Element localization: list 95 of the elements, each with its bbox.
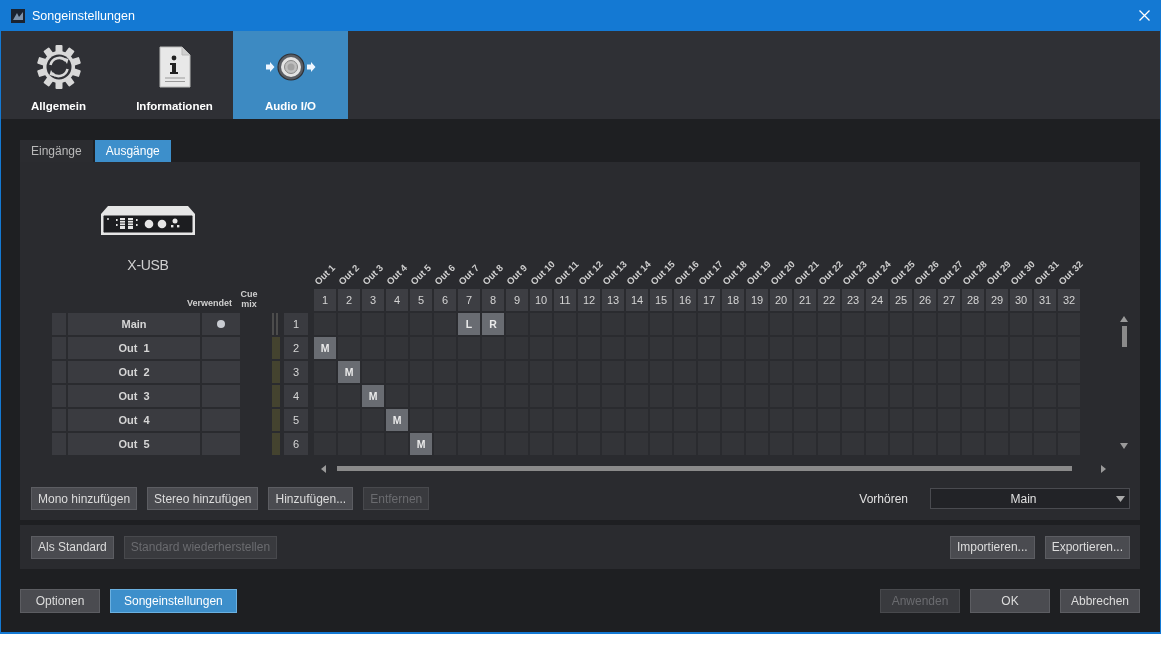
- row-number: 6: [284, 433, 308, 455]
- column-number: 25: [890, 289, 912, 311]
- column-number: 28: [962, 289, 984, 311]
- matrix-cell[interactable]: R: [482, 313, 504, 335]
- used-cell[interactable]: [202, 313, 240, 335]
- column-number: 7: [458, 289, 480, 311]
- speaker-arrows-icon: [264, 52, 317, 82]
- io-tab[interactable]: Eingänge: [20, 140, 93, 162]
- channel-name[interactable]: Out 2: [68, 361, 200, 383]
- row-number: 1: [284, 313, 308, 335]
- column-number: 23: [842, 289, 864, 311]
- preview-label: Vorhören: [859, 491, 908, 506]
- scroll-thumb[interactable]: [1121, 326, 1127, 347]
- column-number: 5: [410, 289, 432, 311]
- column-number: 29: [986, 289, 1008, 311]
- app-icon: [11, 8, 25, 23]
- scroll-right-icon[interactable]: [1100, 463, 1107, 474]
- column-label: Out 8: [480, 262, 506, 287]
- matrix-cell[interactable]: M: [338, 361, 360, 383]
- column-number: 2: [338, 289, 360, 311]
- column-number: 19: [746, 289, 768, 311]
- column-number: 11: [554, 289, 576, 311]
- column-label: Out 5: [408, 262, 434, 287]
- column-number: 1: [314, 289, 336, 311]
- channel-name[interactable]: Out 5: [68, 433, 200, 455]
- column-number: 8: [482, 289, 504, 311]
- footer-button[interactable]: Abbrechen: [1060, 589, 1140, 613]
- column-number: 18: [722, 289, 744, 311]
- column-header: Verwendet: [185, 298, 232, 310]
- column-label: Out 2: [336, 262, 362, 287]
- preview-dropdown[interactable]: Main: [930, 488, 1130, 509]
- channel-name[interactable]: Main: [68, 313, 200, 335]
- column-number: 10: [530, 289, 552, 311]
- channel-name[interactable]: Out 1: [68, 337, 200, 359]
- channel-name[interactable]: Out 4: [68, 409, 200, 431]
- column-number: 22: [818, 289, 840, 311]
- column-number: 4: [386, 289, 408, 311]
- scroll-up-icon[interactable]: [1119, 315, 1129, 323]
- column-number: 24: [866, 289, 888, 311]
- matrix-cell[interactable]: L: [458, 313, 480, 335]
- column-number: 6: [434, 289, 456, 311]
- matrix-cell[interactable]: M: [362, 385, 384, 407]
- column-number: 12: [578, 289, 600, 311]
- matrix-cell[interactable]: M: [386, 409, 408, 431]
- column-number: 16: [674, 289, 696, 311]
- io-tab[interactable]: Ausgänge: [94, 140, 171, 162]
- footer-button[interactable]: Songeinstellungen: [110, 589, 237, 613]
- preset-button[interactable]: Exportieren...: [1044, 535, 1130, 559]
- column-number: 31: [1034, 289, 1056, 311]
- column-label: Out 1: [312, 262, 338, 287]
- row-number: 2: [284, 337, 308, 359]
- column-number: 9: [506, 289, 528, 311]
- gear-icon: [35, 44, 82, 90]
- row-number: 4: [284, 385, 308, 407]
- column-number: 30: [1010, 289, 1032, 311]
- caret-icon: [1116, 495, 1125, 502]
- column-number: 15: [650, 289, 672, 311]
- column-label: Out 3: [360, 262, 386, 287]
- device-name: X-USB: [127, 257, 169, 273]
- matrix-cell[interactable]: M: [314, 337, 336, 359]
- column-label: Out 9: [504, 262, 530, 287]
- column-number: 20: [770, 289, 792, 311]
- footer-button[interactable]: OK: [970, 589, 1050, 613]
- category-tab[interactable]: Informationen: [117, 31, 232, 119]
- action-button[interactable]: Hinzufügen...: [268, 487, 354, 510]
- row-number: 3: [284, 361, 308, 383]
- scroll-thumb[interactable]: [337, 466, 1072, 471]
- column-label: Out 7: [456, 262, 482, 287]
- preset-button[interactable]: Als Standard: [31, 535, 114, 559]
- column-number: 21: [794, 289, 816, 311]
- close-icon[interactable]: [1139, 10, 1150, 21]
- column-number: 3: [362, 289, 384, 311]
- column-label: Out 4: [384, 262, 410, 287]
- document-info-icon: [157, 46, 192, 88]
- column-number: 17: [698, 289, 720, 311]
- column-number: 14: [626, 289, 648, 311]
- scroll-down-icon[interactable]: [1119, 442, 1129, 450]
- column-header: Cue mix: [239, 289, 259, 311]
- column-number: 13: [602, 289, 624, 311]
- window-title: Songeinstellungen: [32, 8, 136, 23]
- scroll-left-icon[interactable]: [320, 463, 327, 474]
- column-number: 26: [914, 289, 936, 311]
- channel-name[interactable]: Out 3: [68, 385, 200, 407]
- category-tab[interactable]: Audio I/O: [233, 31, 348, 119]
- preset-button[interactable]: Importieren...: [949, 535, 1035, 559]
- matrix-cell[interactable]: M: [410, 433, 432, 455]
- column-number: 27: [938, 289, 960, 311]
- footer-button[interactable]: Optionen: [20, 589, 100, 613]
- action-button[interactable]: Mono hinzufügen: [31, 487, 138, 510]
- column-label: Out 6: [432, 262, 458, 287]
- row-number: 5: [284, 409, 308, 431]
- column-number: 32: [1058, 289, 1080, 311]
- audio-interface-icon: [100, 205, 196, 237]
- category-tab[interactable]: Allgemein: [1, 31, 116, 119]
- action-button[interactable]: Stereo hinzufügen: [147, 487, 259, 510]
